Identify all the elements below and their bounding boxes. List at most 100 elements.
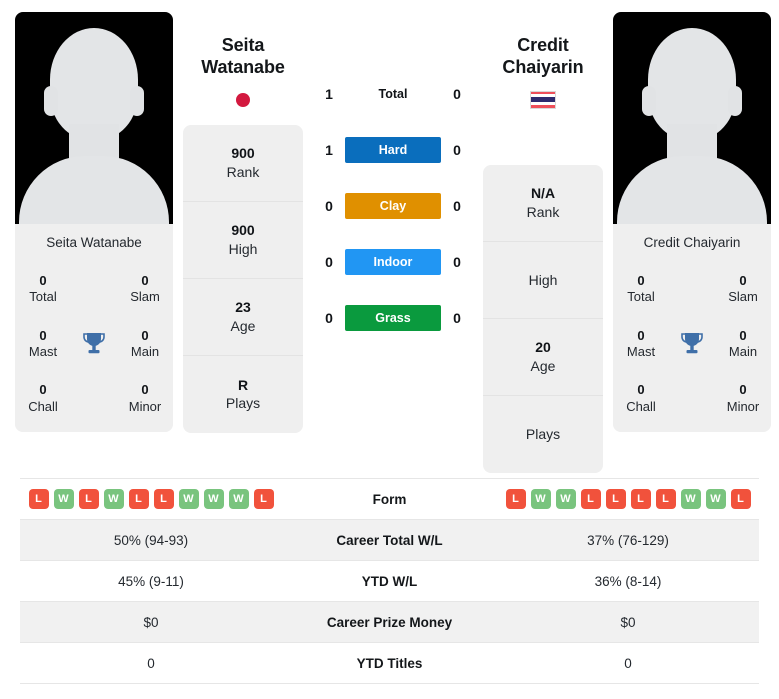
player-card-left: Seita Watanabe 0 Total 0 Slam 0 Mast 0 M… <box>15 12 173 432</box>
avatar-ear-right <box>130 86 144 116</box>
ytd-wl-right: 36% (8-14) <box>594 573 662 589</box>
surface-left-value: 0 <box>325 310 333 326</box>
title-stat-main-right: 0 Main <box>715 328 771 361</box>
form-badges-right: LWWLLLLWWL <box>497 489 759 509</box>
title-stat-chall-right: 0 Chall <box>613 382 669 415</box>
trophy-icon <box>71 332 117 356</box>
player-name-line1: Seita <box>221 35 265 55</box>
surface-left-value: 1 <box>325 86 333 102</box>
ytd-wl-left: 45% (9-11) <box>118 573 184 589</box>
profile-label: Rank <box>226 163 260 180</box>
profile-row-rank-left: 900 Rank <box>183 125 303 202</box>
form-cell-left: LWLWLLWWWL <box>20 489 282 509</box>
japan-flag-disc <box>236 92 250 107</box>
title-value: 0 <box>739 327 747 343</box>
title-stat-mast-left: 0 Mast <box>15 328 71 361</box>
profile-label: Rank <box>526 203 560 220</box>
title-stat-total-right: 0 Total <box>613 273 669 306</box>
profile-value: 20 <box>535 339 551 356</box>
profile-value: 23 <box>235 299 251 316</box>
surface-left-value: 0 <box>325 198 333 214</box>
title-stat-total-left: 0 Total <box>15 273 71 306</box>
player-profile-box-left: 900 Rank 900 High 23 Age R Plays <box>183 124 303 433</box>
career-total-wl-left: 50% (94-93) <box>113 532 189 548</box>
player-avatar-right <box>613 12 771 224</box>
player-name-line1: Credit <box>517 35 569 55</box>
player-comparison-header: Seita Watanabe 0 Total 0 Slam 0 Mast 0 M… <box>0 0 779 478</box>
title-label: Minor <box>726 398 760 414</box>
surface-label-hard: Hard <box>345 137 441 163</box>
surface-left-value: 1 <box>325 142 333 158</box>
player-profile-box-right: N/A Rank High 20 Age Plays <box>483 164 603 473</box>
profile-row-age-right: 20 Age <box>483 319 603 396</box>
titles-grid-right: 0 Total 0 Slam 0 Mast 0 Main 0 Chall 0 M… <box>613 262 771 432</box>
surface-label-grass: Grass <box>345 305 441 331</box>
title-stat-mast-right: 0 Mast <box>613 328 669 361</box>
surface-label-clay: Clay <box>345 193 441 219</box>
title-value: 0 <box>39 327 47 343</box>
table-row-label-career-prize-money: Career Prize Money <box>326 614 453 630</box>
title-value: 0 <box>637 327 645 343</box>
title-stat-minor-right: 0 Minor <box>715 382 771 415</box>
form-badge-win: W <box>103 489 124 509</box>
thailand-flag-stripes <box>530 90 556 109</box>
profile-label: High <box>228 240 258 257</box>
title-stat-minor-left: 0 Minor <box>117 382 173 415</box>
form-badge-loss: L <box>28 489 49 509</box>
form-badge-loss: L <box>730 489 751 509</box>
form-badge-loss: L <box>505 489 526 509</box>
form-badge-win: W <box>228 489 249 509</box>
form-badges-left: LWLWLLWWWL <box>20 489 282 509</box>
surface-right-value: 0 <box>453 86 461 102</box>
form-badge-win: W <box>680 489 701 509</box>
title-value: 0 <box>141 382 149 398</box>
profile-label: Age <box>230 317 256 334</box>
player-card-name-right: Credit Chaiyarin <box>613 224 771 262</box>
comparison-stats-table: LWLWLLWWWL Form LWWLLLLWWL 50% (94-93) C… <box>20 478 759 684</box>
profile-value: N/A <box>530 185 556 202</box>
player-card-right: Credit Chaiyarin 0 Total 0 Slam 0 Mast 0… <box>613 12 771 432</box>
surface-row-hard: 1 Hard 0 <box>303 122 483 178</box>
title-value: 0 <box>739 273 747 289</box>
form-cell-right: LWWLLLLWWL <box>497 489 759 509</box>
surface-head-to-head: 1 Total 0 1 Hard 0 0 Clay 0 0 Indoor 0 0… <box>303 10 483 346</box>
form-badge-win: W <box>705 489 726 509</box>
form-badge-loss: L <box>153 489 174 509</box>
form-badge-win: W <box>555 489 576 509</box>
career-prize-money-right: $0 <box>620 614 636 630</box>
player-card-name-left: Seita Watanabe <box>15 224 173 262</box>
surface-right-value: 0 <box>453 198 461 214</box>
trophy-icon <box>669 332 715 356</box>
title-label: Main <box>130 343 160 359</box>
table-row-form: LWLWLLWWWL Form LWWLLLLWWL <box>20 479 759 520</box>
player-avatar-left <box>15 12 173 224</box>
title-label: Mast <box>626 343 656 359</box>
table-row-label-form: Form <box>372 491 407 507</box>
avatar-ear-left <box>642 86 656 116</box>
surface-label-indoor: Indoor <box>345 249 441 275</box>
table-row-label-career-total-wl: Career Total W/L <box>336 532 443 548</box>
player-name-column-left: Seita Watanabe 900 Rank 900 High 23 Age … <box>183 10 303 433</box>
title-stat-slam-left: 0 Slam <box>117 273 173 306</box>
profile-label: High <box>528 271 558 288</box>
surface-row-total: 1 Total 0 <box>303 66 483 122</box>
form-badge-win: W <box>203 489 224 509</box>
table-row-ytd-wl: 45% (9-11) YTD W/L 36% (8-14) <box>20 561 759 602</box>
avatar-ear-right <box>728 86 742 116</box>
surface-right-value: 0 <box>453 310 461 326</box>
japan-flag-icon <box>236 89 250 111</box>
title-value: 0 <box>141 327 149 343</box>
player-name-right: Credit Chaiyarin <box>502 34 583 79</box>
form-badge-loss: L <box>605 489 626 509</box>
avatar-shoulders-shape <box>19 156 169 224</box>
title-value: 0 <box>141 273 149 289</box>
form-badge-loss: L <box>655 489 676 509</box>
form-badge-loss: L <box>580 489 601 509</box>
profile-value: 900 <box>231 145 255 162</box>
titles-grid-left: 0 Total 0 Slam 0 Mast 0 Main 0 Chall 0 M… <box>15 262 173 432</box>
player-name-line2: Chaiyarin <box>502 57 584 78</box>
table-row-ytd-titles: 0 YTD Titles 0 <box>20 643 759 684</box>
title-label: Chall <box>626 398 656 414</box>
form-badge-win: W <box>530 489 551 509</box>
player-name-left: Seita Watanabe <box>201 34 285 79</box>
